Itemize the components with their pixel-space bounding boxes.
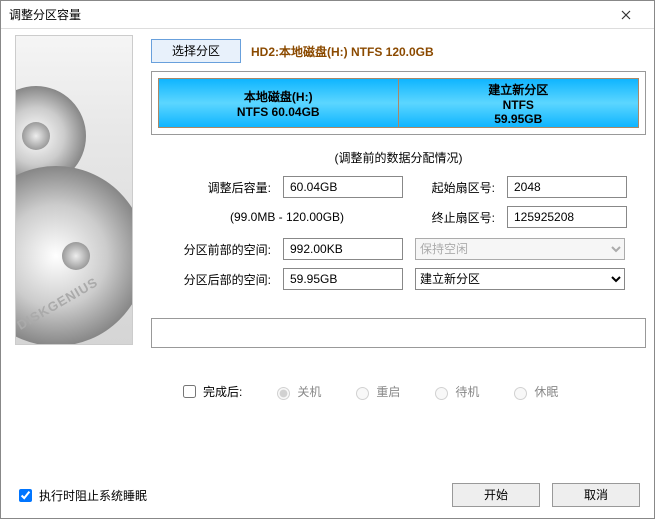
label-space-before: 分区前部的空间: <box>171 241 271 258</box>
select-before-action: 保持空闲 <box>415 238 625 260</box>
radio-hibernate-label: 休眠 <box>534 383 558 400</box>
partition-frame: 本地磁盘(H:) NTFS 60.04GB 建立新分区 NTFS 59.95GB <box>151 71 646 135</box>
close-button[interactable] <box>606 2 646 28</box>
checkbox-after-complete-label: 完成后: <box>203 383 242 400</box>
cancel-button[interactable]: 取消 <box>552 483 640 507</box>
checkbox-after-complete-input[interactable] <box>183 385 196 398</box>
radio-shutdown-input <box>277 387 290 400</box>
checkbox-prevent-sleep-label: 执行时阻止系统睡眠 <box>39 487 147 504</box>
checkbox-prevent-sleep[interactable]: 执行时阻止系统睡眠 <box>15 486 147 505</box>
input-space-before[interactable] <box>283 238 403 260</box>
label-space-after: 分区后部的空间: <box>171 271 271 288</box>
left-pane: DISKGENIUS <box>9 35 139 472</box>
radio-hibernate-input <box>514 387 527 400</box>
input-end-sector[interactable] <box>507 206 627 228</box>
after-complete-row: 完成后: 关机 重启 待机 休眠 <box>179 382 646 401</box>
partition-label: 建立新分区 <box>488 81 548 98</box>
radio-shutdown-label: 关机 <box>297 383 321 400</box>
right-pane: 选择分区 HD2:本地磁盘(H:) NTFS 120.0GB 本地磁盘(H:) … <box>151 35 646 472</box>
input-start-sector[interactable] <box>507 176 627 198</box>
radio-standby-input <box>435 387 448 400</box>
partition-fs: NTFS <box>503 98 534 112</box>
radio-restart[interactable]: 重启 <box>351 383 400 400</box>
select-partition-button[interactable]: 选择分区 <box>151 39 241 63</box>
title-bar: 调整分区容量 <box>1 1 654 29</box>
partition-label: 本地磁盘(H:) <box>244 88 313 105</box>
message-box <box>151 318 646 348</box>
input-space-after[interactable] <box>283 268 403 290</box>
disk-illustration: DISKGENIUS <box>15 35 133 345</box>
input-after-size[interactable] <box>283 176 403 198</box>
radio-restart-label: 重启 <box>376 383 400 400</box>
dialog-window: 调整分区容量 DISKGENIUS 选择分区 HD2:本地磁盘(H:) NTFS… <box>0 0 655 519</box>
select-after-action[interactable]: 建立新分区 <box>415 268 625 290</box>
radio-standby-label: 待机 <box>455 383 479 400</box>
top-row: 选择分区 HD2:本地磁盘(H:) NTFS 120.0GB <box>151 39 646 63</box>
window-title: 调整分区容量 <box>9 6 606 23</box>
label-end-sector: 终止扇区号: <box>415 209 495 226</box>
radio-shutdown[interactable]: 关机 <box>272 383 321 400</box>
label-start-sector: 起始扇区号: <box>415 179 495 196</box>
radio-standby[interactable]: 待机 <box>430 383 479 400</box>
partition-size: NTFS 60.04GB <box>237 105 320 119</box>
bottom-bar: 执行时阻止系统睡眠 开始 取消 <box>1 472 654 518</box>
radio-restart-input <box>356 387 369 400</box>
checkbox-prevent-sleep-input[interactable] <box>19 489 32 502</box>
label-after-size: 调整后容量: <box>171 179 271 196</box>
checkbox-after-complete[interactable]: 完成后: <box>179 382 242 401</box>
form-grid-2: 分区前部的空间: 保持空闲 分区后部的空间: 建立新分区 <box>171 238 646 290</box>
partition-bar[interactable]: 本地磁盘(H:) NTFS 60.04GB 建立新分区 NTFS 59.95GB <box>158 78 639 128</box>
caption-row: (调整前的数据分配情况) <box>151 149 646 166</box>
disk-info-label: HD2:本地磁盘(H:) NTFS 120.0GB <box>251 43 434 60</box>
size-range-note: (99.0MB - 120.00GB) <box>171 210 403 224</box>
partition-segment-0[interactable]: 本地磁盘(H:) NTFS 60.04GB <box>159 79 399 127</box>
partition-size: 59.95GB <box>494 112 542 126</box>
form-grid-1: 调整后容量: 起始扇区号: (99.0MB - 120.00GB) 终止扇区号: <box>171 176 646 228</box>
start-button[interactable]: 开始 <box>452 483 540 507</box>
partition-segment-1[interactable]: 建立新分区 NTFS 59.95GB <box>399 79 639 127</box>
dialog-body: DISKGENIUS 选择分区 HD2:本地磁盘(H:) NTFS 120.0G… <box>1 29 654 472</box>
radio-hibernate[interactable]: 休眠 <box>509 383 558 400</box>
